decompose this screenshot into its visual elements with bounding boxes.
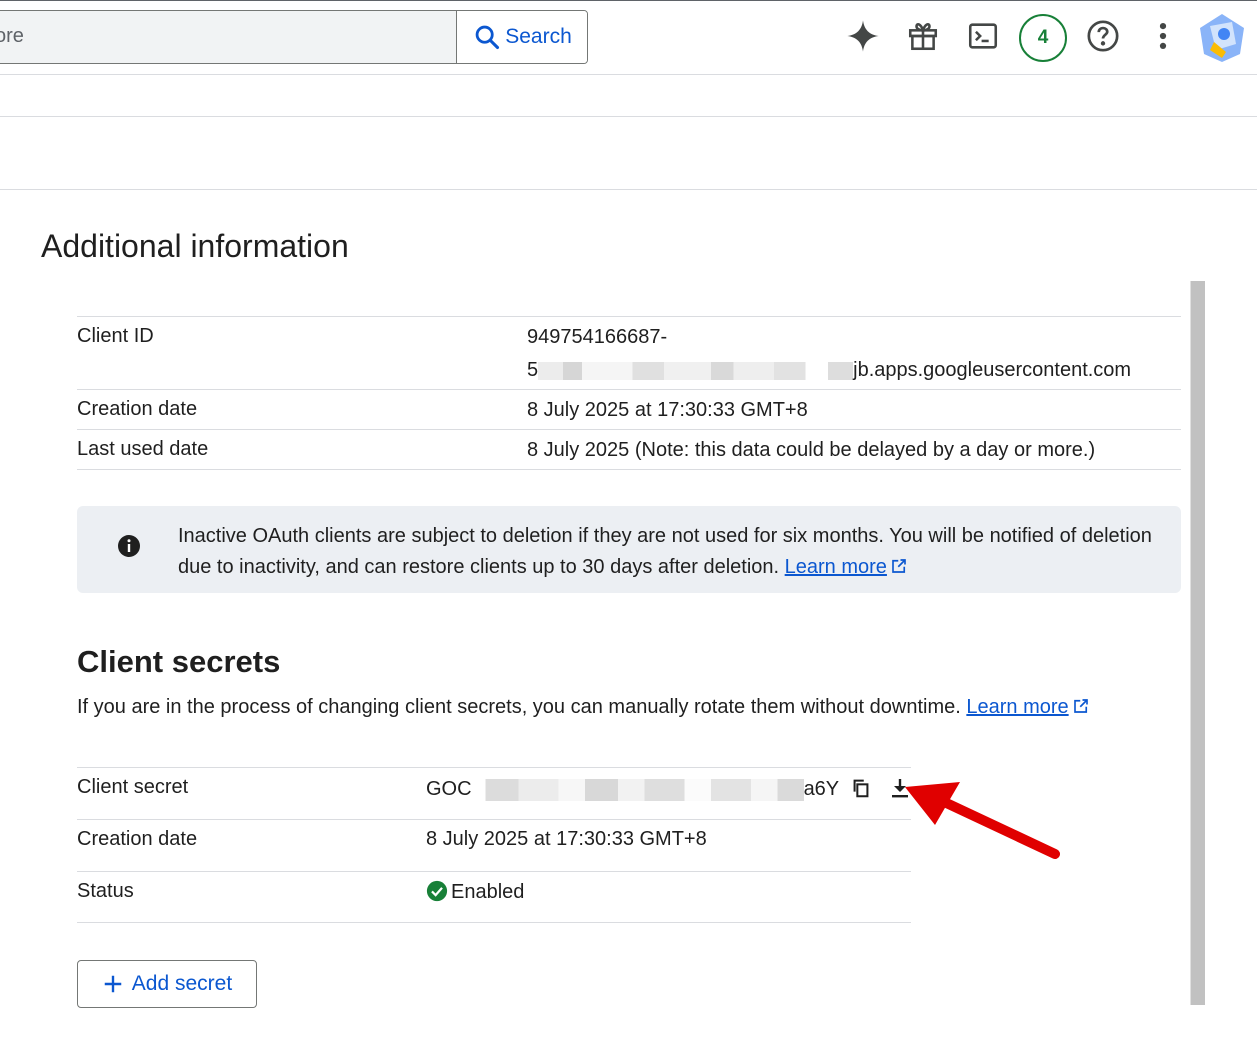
open-in-new-icon bbox=[1073, 699, 1088, 713]
table-row: Status Enabled bbox=[77, 871, 911, 923]
client-id-line2: 5 jb.apps.googleusercontent.com bbox=[527, 354, 1131, 387]
row-label: Last used date bbox=[77, 438, 209, 460]
row-value: 8 July 2025 at 17:30:33 GMT+8 bbox=[426, 828, 707, 850]
client-id-prefix: 5 bbox=[527, 359, 539, 381]
status-value: Enabled bbox=[426, 880, 524, 904]
row-label: Status bbox=[77, 880, 134, 902]
row-value: 8 July 2025 (Note: this data could be de… bbox=[527, 439, 1096, 461]
table-row: Last used date 8 July 2025 (Note: this d… bbox=[77, 429, 1181, 470]
inactive-clients-notice: Inactive OAuth clients are subject to de… bbox=[77, 506, 1181, 593]
search-button-label: Search bbox=[505, 25, 572, 48]
notice-text-block: Inactive OAuth clients are subject to de… bbox=[178, 521, 1158, 583]
secret-suffix: a6Y bbox=[803, 778, 839, 800]
copy-icon[interactable] bbox=[850, 777, 872, 799]
notice-text: Inactive OAuth clients are subject to de… bbox=[178, 525, 1152, 578]
table-row: Creation date 8 July 2025 at 17:30:33 GM… bbox=[77, 819, 911, 871]
table-row: Client secret GOC a6Y bbox=[77, 767, 911, 819]
more-vert-icon[interactable] bbox=[1141, 14, 1185, 58]
add-secret-label: Add secret bbox=[131, 972, 233, 995]
status-badge: Enabled bbox=[451, 881, 525, 903]
table-row: Creation date 8 July 2025 at 17:30:33 GM… bbox=[77, 389, 1181, 429]
check-circle-icon bbox=[426, 880, 448, 902]
open-in-new-icon bbox=[892, 559, 906, 573]
notification-count: 4 bbox=[1037, 27, 1049, 48]
row-label: Client ID bbox=[77, 325, 154, 347]
top-bar: ore Search 4 bbox=[0, 0, 1257, 75]
learn-more-label: Learn more bbox=[966, 696, 1069, 718]
page-title: Additional information bbox=[41, 228, 349, 264]
description-text: If you are in the process of changing cl… bbox=[77, 696, 967, 718]
table-row: Client ID 949754166687- 5 jb.apps.googleu… bbox=[77, 316, 1181, 389]
client-id-line1: 949754166687- bbox=[527, 326, 668, 348]
gift-icon[interactable] bbox=[901, 14, 945, 58]
client-id-suffix: jb.apps.googleusercontent.com bbox=[853, 359, 1132, 381]
avatar-icon bbox=[1200, 14, 1244, 62]
search-input[interactable]: ore bbox=[0, 25, 24, 48]
row-label: Creation date bbox=[77, 398, 198, 420]
info-icon bbox=[118, 535, 140, 557]
divider bbox=[0, 189, 1257, 190]
client-id-value: 949754166687- 5 jb.apps.googleusercontent… bbox=[527, 321, 1131, 387]
secret-prefix: GOC bbox=[426, 778, 472, 800]
row-value: 8 July 2025 at 17:30:33 GMT+8 bbox=[527, 399, 808, 421]
learn-more-link[interactable]: Learn more bbox=[785, 556, 887, 578]
row-label: Client secret bbox=[77, 776, 189, 798]
search-icon bbox=[475, 25, 500, 50]
notifications-badge[interactable]: 4 bbox=[1019, 14, 1067, 62]
row-label: Creation date bbox=[77, 828, 198, 850]
redacted-block bbox=[538, 361, 854, 380]
learn-more-link[interactable]: Learn more bbox=[966, 696, 1068, 718]
cloud-shell-terminal-icon[interactable] bbox=[961, 14, 1005, 58]
client-secrets-title: Client secrets bbox=[77, 644, 281, 679]
search-button[interactable]: Search bbox=[456, 11, 587, 63]
learn-more-label: Learn more bbox=[784, 556, 887, 578]
top-border bbox=[0, 0, 1257, 1]
scrollbar[interactable] bbox=[1190, 281, 1205, 1005]
avatar[interactable] bbox=[1196, 12, 1248, 64]
search-box: ore Search bbox=[0, 10, 588, 64]
redacted-block bbox=[471, 778, 804, 801]
plus-icon bbox=[104, 975, 122, 993]
client-secret-value: GOC a6Y bbox=[426, 776, 912, 801]
client-secrets-description: If you are in the process of changing cl… bbox=[77, 696, 1090, 719]
annotation-arrow-icon bbox=[905, 782, 1060, 859]
gemini-sparkle-icon[interactable] bbox=[841, 14, 885, 58]
add-secret-button[interactable]: Add secret bbox=[77, 960, 257, 1008]
help-icon[interactable] bbox=[1081, 14, 1125, 58]
divider bbox=[0, 116, 1257, 117]
